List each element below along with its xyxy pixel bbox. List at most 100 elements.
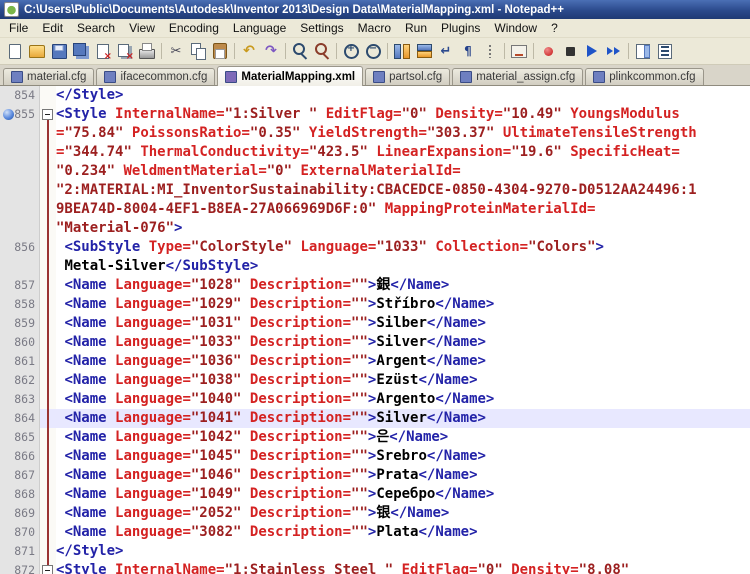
code-row[interactable]: 862 <Name Language="1038" Description=""… <box>0 371 750 390</box>
code-row[interactable]: 857 <Name Language="1028" Description=""… <box>0 276 750 295</box>
show-indent-guide-icon[interactable] <box>480 41 500 61</box>
line-number[interactable]: 855 <box>0 105 40 124</box>
code-row[interactable]: "2:MATERIAL:MI_InventorSustainability:CB… <box>0 181 750 200</box>
save-all-icon[interactable] <box>71 41 91 61</box>
menu-item-run[interactable]: Run <box>398 20 434 36</box>
undo-icon[interactable] <box>239 41 259 61</box>
code-text[interactable]: <Style InternalName="1:Stainless Steel "… <box>56 561 750 574</box>
line-number[interactable]: 860 <box>0 333 40 352</box>
code-text[interactable]: <Name Language="1031" Description="">Sil… <box>56 314 750 333</box>
code-text[interactable]: "2:MATERIAL:MI_InventorSustainability:CB… <box>56 181 750 200</box>
code-text[interactable]: </Style> <box>56 86 750 105</box>
tab-materialmapping-xml[interactable]: MaterialMapping.xml <box>217 66 363 86</box>
line-number[interactable]: 865 <box>0 428 40 447</box>
line-number[interactable]: 854 <box>0 86 40 105</box>
code-row[interactable]: "Material-076"> <box>0 219 750 238</box>
menu-item-plugins[interactable]: Plugins <box>434 20 487 36</box>
code-row[interactable]: 871 </Style> <box>0 542 750 561</box>
code-row[interactable]: 872 <Style InternalName="1:Stainless Stee… <box>0 561 750 574</box>
line-number[interactable] <box>0 257 40 276</box>
menu-item-macro[interactable]: Macro <box>351 20 398 36</box>
line-number[interactable]: 869 <box>0 504 40 523</box>
line-number[interactable]: 872 <box>0 561 40 574</box>
menu-item-window[interactable]: Window <box>487 20 544 36</box>
line-number[interactable]: 863 <box>0 390 40 409</box>
line-number[interactable]: 868 <box>0 485 40 504</box>
fold-marker-open[interactable] <box>42 565 53 574</box>
code-text[interactable]: "0.234" WeldmentMaterial="0" ExternalMat… <box>56 162 750 181</box>
code-text[interactable]: <Style InternalName="1:Silver " EditFlag… <box>56 105 750 124</box>
code-row[interactable]: 855 <Style InternalName="1:Silver " EditF… <box>0 105 750 124</box>
line-number[interactable]: 862 <box>0 371 40 390</box>
code-row[interactable]: 860 <Name Language="1033" Description=""… <box>0 333 750 352</box>
word-wrap-icon[interactable] <box>436 41 456 61</box>
zoom-in-icon[interactable] <box>341 41 361 61</box>
code-row[interactable]: 864 <Name Language="1041" Description=""… <box>0 409 750 428</box>
menu-item-settings[interactable]: Settings <box>293 20 350 36</box>
line-number[interactable]: 870 <box>0 523 40 542</box>
code-row[interactable]: 866 <Name Language="1045" Description=""… <box>0 447 750 466</box>
line-number[interactable]: 858 <box>0 295 40 314</box>
bookmark-icon[interactable] <box>3 109 14 120</box>
show-all-characters-icon[interactable] <box>458 41 478 61</box>
function-list-icon[interactable] <box>655 41 675 61</box>
code-text[interactable]: </Style> <box>56 542 750 561</box>
line-number[interactable]: 867 <box>0 466 40 485</box>
code-text[interactable]: <Name Language="2052" Description="">银</… <box>56 504 750 523</box>
code-row[interactable]: 854 </Style> <box>0 86 750 105</box>
code-text[interactable]: <Name Language="1042" Description="">은</… <box>56 428 750 447</box>
tab-plinkcommon-cfg[interactable]: plinkcommon.cfg <box>585 68 703 85</box>
line-number[interactable]: 857 <box>0 276 40 295</box>
line-number[interactable]: 864 <box>0 409 40 428</box>
close-icon[interactable] <box>93 41 113 61</box>
line-number[interactable]: 859 <box>0 314 40 333</box>
menu-item-view[interactable]: View <box>122 20 162 36</box>
code-row[interactable]: ="75.84" PoissonsRatio="0.35" YieldStren… <box>0 124 750 143</box>
replace-icon[interactable] <box>312 41 332 61</box>
redo-icon[interactable] <box>261 41 281 61</box>
code-text[interactable]: <Name Language="1036" Description="">Arg… <box>56 352 750 371</box>
sync-vertical-icon[interactable] <box>392 41 412 61</box>
code-row[interactable]: "0.234" WeldmentMaterial="0" ExternalMat… <box>0 162 750 181</box>
tab-partsol-cfg[interactable]: partsol.cfg <box>365 68 450 85</box>
code-text[interactable]: <SubStyle Type="ColorStyle" Language="10… <box>56 238 750 257</box>
menu-item-edit[interactable]: Edit <box>35 20 70 36</box>
tab-material-assign-cfg[interactable]: material_assign.cfg <box>452 68 583 85</box>
code-row[interactable]: 863 <Name Language="1040" Description=""… <box>0 390 750 409</box>
line-number[interactable]: 866 <box>0 447 40 466</box>
user-define-dialog-icon[interactable] <box>509 41 529 61</box>
line-number[interactable] <box>0 124 40 143</box>
code-row[interactable]: 865 <Name Language="1042" Description=""… <box>0 428 750 447</box>
line-number[interactable] <box>0 143 40 162</box>
menu-item-search[interactable]: Search <box>70 20 122 36</box>
line-number[interactable]: 871 <box>0 542 40 561</box>
code-row[interactable]: 869 <Name Language="2052" Description=""… <box>0 504 750 523</box>
close-all-icon[interactable] <box>115 41 135 61</box>
tab-material-cfg[interactable]: material.cfg <box>3 68 94 85</box>
code-text[interactable]: "Material-076"> <box>56 219 750 238</box>
line-number[interactable] <box>0 219 40 238</box>
macro-stop-icon[interactable] <box>560 41 580 61</box>
print-icon[interactable] <box>137 41 157 61</box>
menu-item-language[interactable]: Language <box>226 20 293 36</box>
macro-run-multiple-icon[interactable] <box>604 41 624 61</box>
paste-icon[interactable] <box>210 41 230 61</box>
macro-play-icon[interactable] <box>582 41 602 61</box>
code-text[interactable]: <Name Language="1028" Description="">銀</… <box>56 276 750 295</box>
new-file-icon[interactable] <box>5 41 25 61</box>
code-text[interactable]: ="344.74" ThermalConductivity="423.5" Li… <box>56 143 750 162</box>
code-row[interactable]: 858 <Name Language="1029" Description=""… <box>0 295 750 314</box>
code-text[interactable]: <Name Language="1038" Description="">Ezü… <box>56 371 750 390</box>
fold-marker-open[interactable] <box>42 109 53 120</box>
code-row[interactable]: ="344.74" ThermalConductivity="423.5" Li… <box>0 143 750 162</box>
code-row[interactable]: 868 <Name Language="1049" Description=""… <box>0 485 750 504</box>
code-row[interactable]: 870 <Name Language="3082" Description=""… <box>0 523 750 542</box>
code-text[interactable]: <Name Language="1040" Description="">Arg… <box>56 390 750 409</box>
code-text[interactable]: <Name Language="3082" Description="">Pla… <box>56 523 750 542</box>
line-number[interactable]: 856 <box>0 238 40 257</box>
menu-item-help[interactable]: ? <box>544 20 565 36</box>
code-row[interactable]: 867 <Name Language="1046" Description=""… <box>0 466 750 485</box>
save-icon[interactable] <box>49 41 69 61</box>
code-text[interactable]: Metal-Silver</SubStyle> <box>56 257 750 276</box>
document-map-icon[interactable] <box>633 41 653 61</box>
